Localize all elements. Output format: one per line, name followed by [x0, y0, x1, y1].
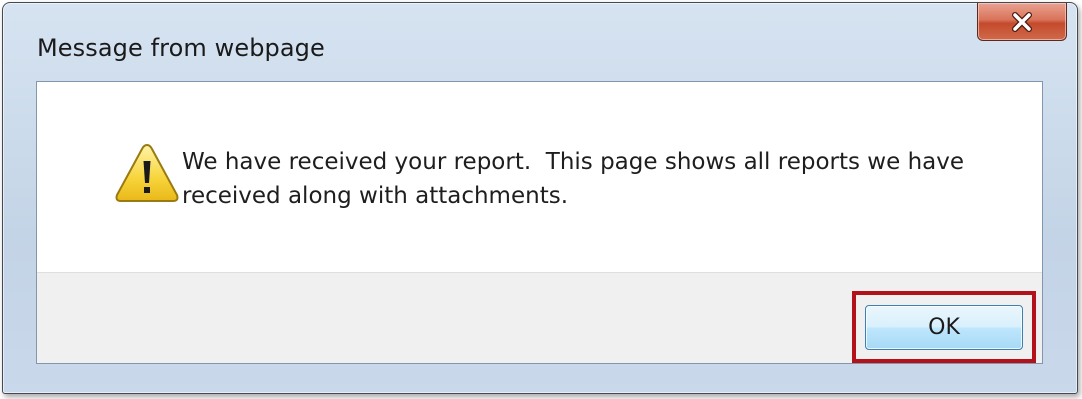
ok-button[interactable]: OK: [865, 305, 1023, 350]
close-icon: [1009, 11, 1035, 33]
button-bar: OK: [37, 272, 1042, 363]
message-area: We have received your report. This page …: [37, 82, 1042, 272]
ok-highlight-box: OK: [852, 291, 1036, 363]
message-line-2: received along with attachments.: [182, 183, 569, 209]
message-line-1: We have received your report. This page …: [182, 149, 964, 175]
close-button[interactable]: [977, 3, 1067, 41]
window-title: Message from webpage: [37, 34, 325, 62]
dialog-client-area: We have received your report. This page …: [36, 81, 1043, 364]
dialog-message: We have received your report. This page …: [182, 145, 1002, 213]
dialog-window: Message from webpage We have received yo…: [2, 2, 1078, 394]
title-bar[interactable]: Message from webpage: [3, 3, 1077, 81]
warning-icon: [113, 141, 181, 205]
